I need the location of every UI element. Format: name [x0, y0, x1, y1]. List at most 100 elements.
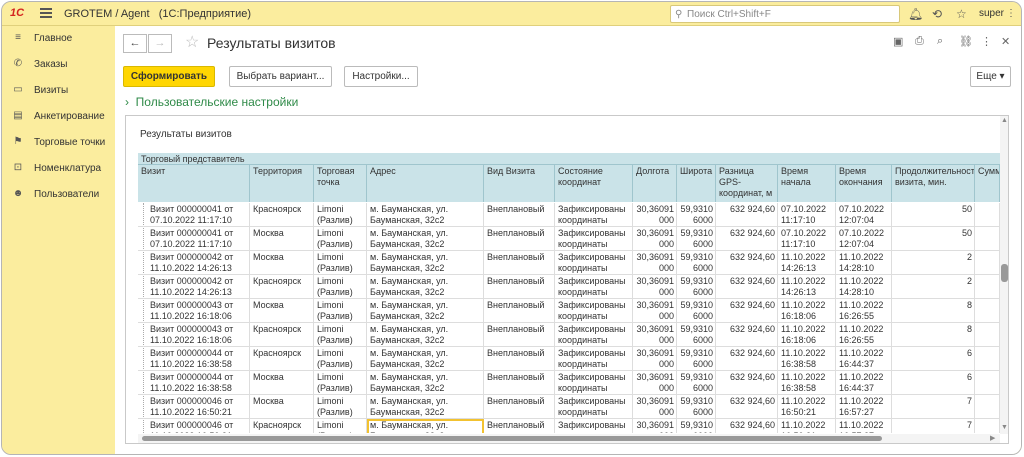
link-icon[interactable]: ⛓: [959, 35, 973, 48]
table-cell[interactable]: Внеплановый: [484, 419, 555, 433]
forward-button[interactable]: →: [148, 34, 172, 53]
table-cell[interactable]: Визит 000000046 от11.10.2022 16:50:21: [138, 419, 250, 433]
table-cell[interactable]: 59,93106000: [677, 299, 716, 323]
table-cell[interactable]: Внеплановый: [484, 203, 555, 227]
table-cell[interactable]: 07.10.2022 11:17:10: [778, 227, 836, 251]
more-icon[interactable]: ⋮: [1006, 7, 1016, 21]
table-row[interactable]: Визит 000000046 от11.10.2022 16:50:21Кра…: [138, 419, 1000, 433]
table-cell[interactable]: 632 924,60: [716, 371, 778, 395]
table-cell[interactable]: Внеплановый: [484, 323, 555, 347]
table-cell[interactable]: Внеплановый: [484, 347, 555, 371]
table-cell[interactable]: 07.10.2022 11:17:10: [778, 203, 836, 227]
history-icon[interactable]: ⟲: [932, 7, 942, 21]
table-cell[interactable]: 632 924,60: [716, 323, 778, 347]
table-cell[interactable]: Limoni(Разлив): [314, 323, 367, 347]
table-cell[interactable]: 632 924,60: [716, 251, 778, 275]
table-cell[interactable]: 59,93106000: [677, 395, 716, 419]
preview-icon[interactable]: ⌕: [937, 35, 943, 48]
table-cell[interactable]: 632 924,60: [716, 227, 778, 251]
table-cell[interactable]: 632 924,60: [716, 347, 778, 371]
sidebar-item-users[interactable]: ☻ Пользователи: [2, 184, 115, 206]
sidebar-item-main[interactable]: ≡ Главное: [2, 28, 115, 50]
table-cell[interactable]: м. Бауманская, ул.Бауманская, 32с2: [367, 275, 484, 299]
close-icon[interactable]: ✕: [1001, 35, 1010, 48]
table-cell[interactable]: Зафиксированыкоординаты: [555, 347, 633, 371]
table-cell[interactable]: 11.10.202216:57:27: [836, 419, 892, 433]
table-cell[interactable]: 59,93106000: [677, 203, 716, 227]
table-cell[interactable]: 59,93106000: [677, 347, 716, 371]
table-cell[interactable]: 632 924,60: [716, 275, 778, 299]
table-cell[interactable]: 59,93106000: [677, 251, 716, 275]
table-cell[interactable]: 11.10.2022 16:38:58: [778, 347, 836, 371]
table-cell[interactable]: Визит 000000041 от 07.10.2022 11:17:10: [138, 227, 250, 251]
favorite-star-icon[interactable]: ☆: [185, 32, 199, 52]
table-cell[interactable]: 50: [892, 227, 975, 251]
table-cell[interactable]: Внеплановый: [484, 395, 555, 419]
table-cell[interactable]: 7: [892, 395, 975, 419]
sidebar-item-orders[interactable]: ✆ Заказы: [2, 54, 115, 76]
table-cell[interactable]: 2: [892, 275, 975, 299]
table-row[interactable]: Визит 000000043 от 11.10.2022 16:18:06 Мос…: [138, 299, 1000, 323]
table-cell[interactable]: 11.10.2022 16:44:37: [836, 371, 892, 395]
table-cell[interactable]: 6: [892, 347, 975, 371]
table-cell[interactable]: Москва: [250, 227, 314, 251]
table-cell[interactable]: Визит 000000044 от 11.10.2022 16:38:58: [138, 347, 250, 371]
table-cell[interactable]: Внеплановый: [484, 275, 555, 299]
table-cell[interactable]: 30,36091000: [633, 347, 677, 371]
table-cell[interactable]: Визит 000000041 от 07.10.2022 11:17:10: [138, 203, 250, 227]
table-cell[interactable]: [975, 323, 1000, 347]
table-cell[interactable]: Limoni(Разлив): [314, 371, 367, 395]
table-cell[interactable]: м. Бауманская, ул.Бауманская, 32с2: [367, 203, 484, 227]
scroll-down-icon[interactable]: ▼: [1001, 424, 1008, 431]
table-cell[interactable]: Зафиксированыкоординаты: [555, 299, 633, 323]
table-cell[interactable]: Красноярск: [250, 419, 314, 433]
back-button[interactable]: ←: [123, 34, 147, 53]
table-cell[interactable]: Limoni(Разлив): [314, 203, 367, 227]
table-cell[interactable]: Limoni(Разлив): [314, 251, 367, 275]
table-cell[interactable]: Внеплановый: [484, 371, 555, 395]
table-cell[interactable]: Внеплановый: [484, 227, 555, 251]
table-cell[interactable]: 30,36091000: [633, 251, 677, 275]
table-row[interactable]: Визит 000000044 от 11.10.2022 16:38:58 Кра…: [138, 347, 1000, 371]
table-cell[interactable]: [975, 395, 1000, 419]
table-cell[interactable]: м. Бауманская, ул.Бауманская, 32с2: [367, 371, 484, 395]
table-cell[interactable]: 8: [892, 323, 975, 347]
table-cell[interactable]: [975, 203, 1000, 227]
table-cell[interactable]: 8: [892, 299, 975, 323]
table-cell[interactable]: м. Бауманская, ул.Бауманская, 32с2: [367, 347, 484, 371]
table-cell[interactable]: Москва: [250, 395, 314, 419]
menu-icon[interactable]: [40, 8, 52, 18]
save-icon[interactable]: ▣: [893, 35, 903, 48]
table-cell[interactable]: 30,36091000: [633, 323, 677, 347]
table-cell[interactable]: 632 924,60: [716, 419, 778, 433]
table-cell[interactable]: 11.10.202216:50:21: [778, 419, 836, 433]
table-cell[interactable]: 30,36091000: [633, 419, 677, 433]
table-cell[interactable]: Limoni(Разлив): [314, 227, 367, 251]
table-row[interactable]: Визит 000000043 от 11.10.2022 16:18:06 Кра…: [138, 323, 1000, 347]
table-cell[interactable]: Красноярск: [250, 323, 314, 347]
table-cell[interactable]: Зафиксированыкоординаты: [555, 419, 633, 433]
table-cell[interactable]: 59,93106000: [677, 227, 716, 251]
table-cell[interactable]: м. Бауманская, ул.Бауманская, 32с2: [367, 251, 484, 275]
table-cell[interactable]: Зафиксированыкоординаты: [555, 251, 633, 275]
table-cell[interactable]: м. Бауманская, ул.Бауманская, 32с2: [367, 395, 484, 419]
scroll-right-icon[interactable]: ▶: [990, 434, 995, 442]
table-cell[interactable]: 7: [892, 419, 975, 433]
table-cell[interactable]: 11.10.2022 16:38:58: [778, 371, 836, 395]
search-input[interactable]: ⚲ Поиск Ctrl+Shift+F: [670, 5, 900, 23]
table-cell[interactable]: 59,93106000: [677, 419, 716, 433]
table-cell[interactable]: Визит 000000042 от 11.10.2022 14:26:13: [138, 275, 250, 299]
table-cell[interactable]: [975, 419, 1000, 433]
table-cell[interactable]: 11.10.2022 14:26:13: [778, 251, 836, 275]
table-cell[interactable]: 11.10.2022 16:18:06: [778, 323, 836, 347]
report-spreadsheet[interactable]: Результаты визитов Торговый представител…: [125, 115, 1009, 444]
table-cell[interactable]: Красноярск: [250, 203, 314, 227]
table-cell[interactable]: Limoni(Разлив): [314, 299, 367, 323]
table-cell[interactable]: Limoni(Разлив): [314, 347, 367, 371]
more-button[interactable]: Еще ▾: [970, 66, 1011, 87]
table-cell[interactable]: 11.10.2022 16:26:55: [836, 299, 892, 323]
table-cell[interactable]: Визит 000000043 от 11.10.2022 16:18:06: [138, 299, 250, 323]
table-cell[interactable]: 11.10.202216:57:27: [836, 395, 892, 419]
horizontal-scrollbar[interactable]: ▶: [138, 434, 1000, 443]
generate-button[interactable]: Сформировать: [123, 66, 215, 87]
